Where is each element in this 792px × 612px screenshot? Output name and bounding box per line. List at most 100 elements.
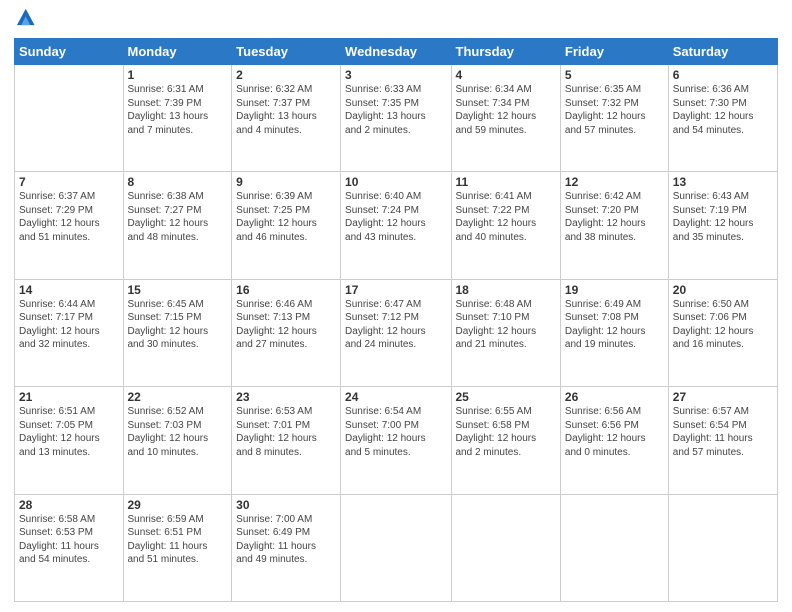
day-header-wednesday: Wednesday	[341, 39, 451, 65]
day-number: 16	[236, 283, 336, 297]
day-info: Sunrise: 7:00 AMSunset: 6:49 PMDaylight:…	[236, 513, 336, 567]
calendar-cell: 16Sunrise: 6:46 AMSunset: 7:13 PMDayligh…	[232, 279, 341, 386]
day-info: Sunrise: 6:37 AMSunset: 7:29 PMDaylight:…	[19, 190, 119, 244]
week-row-4: 28Sunrise: 6:58 AMSunset: 6:53 PMDayligh…	[15, 494, 778, 601]
day-info: Sunrise: 6:52 AMSunset: 7:03 PMDaylight:…	[128, 405, 228, 459]
day-header-monday: Monday	[123, 39, 232, 65]
day-number: 30	[236, 498, 336, 512]
day-number: 17	[345, 283, 446, 297]
day-info: Sunrise: 6:31 AMSunset: 7:39 PMDaylight:…	[128, 83, 228, 137]
day-info: Sunrise: 6:36 AMSunset: 7:30 PMDaylight:…	[673, 83, 773, 137]
calendar-header-row: SundayMondayTuesdayWednesdayThursdayFrid…	[15, 39, 778, 65]
day-info: Sunrise: 6:44 AMSunset: 7:17 PMDaylight:…	[19, 298, 119, 352]
calendar-cell: 2Sunrise: 6:32 AMSunset: 7:37 PMDaylight…	[232, 65, 341, 172]
calendar-cell: 22Sunrise: 6:52 AMSunset: 7:03 PMDayligh…	[123, 387, 232, 494]
day-number: 8	[128, 175, 228, 189]
day-number: 20	[673, 283, 773, 297]
day-number: 23	[236, 390, 336, 404]
day-number: 7	[19, 175, 119, 189]
calendar-cell	[668, 494, 777, 601]
day-header-thursday: Thursday	[451, 39, 560, 65]
day-info: Sunrise: 6:39 AMSunset: 7:25 PMDaylight:…	[236, 190, 336, 244]
day-number: 15	[128, 283, 228, 297]
logo-icon	[14, 6, 36, 28]
day-info: Sunrise: 6:33 AMSunset: 7:35 PMDaylight:…	[345, 83, 446, 137]
calendar-cell: 23Sunrise: 6:53 AMSunset: 7:01 PMDayligh…	[232, 387, 341, 494]
week-row-1: 7Sunrise: 6:37 AMSunset: 7:29 PMDaylight…	[15, 172, 778, 279]
calendar-cell: 20Sunrise: 6:50 AMSunset: 7:06 PMDayligh…	[668, 279, 777, 386]
header	[14, 10, 778, 32]
day-number: 4	[456, 68, 556, 82]
day-info: Sunrise: 6:50 AMSunset: 7:06 PMDaylight:…	[673, 298, 773, 352]
day-number: 3	[345, 68, 446, 82]
calendar-table: SundayMondayTuesdayWednesdayThursdayFrid…	[14, 38, 778, 602]
calendar-cell: 25Sunrise: 6:55 AMSunset: 6:58 PMDayligh…	[451, 387, 560, 494]
day-number: 1	[128, 68, 228, 82]
calendar-cell: 4Sunrise: 6:34 AMSunset: 7:34 PMDaylight…	[451, 65, 560, 172]
calendar-cell: 13Sunrise: 6:43 AMSunset: 7:19 PMDayligh…	[668, 172, 777, 279]
day-info: Sunrise: 6:35 AMSunset: 7:32 PMDaylight:…	[565, 83, 664, 137]
calendar-cell: 3Sunrise: 6:33 AMSunset: 7:35 PMDaylight…	[341, 65, 451, 172]
calendar-cell: 29Sunrise: 6:59 AMSunset: 6:51 PMDayligh…	[123, 494, 232, 601]
day-number: 5	[565, 68, 664, 82]
day-header-tuesday: Tuesday	[232, 39, 341, 65]
day-info: Sunrise: 6:49 AMSunset: 7:08 PMDaylight:…	[565, 298, 664, 352]
day-header-friday: Friday	[560, 39, 668, 65]
day-info: Sunrise: 6:59 AMSunset: 6:51 PMDaylight:…	[128, 513, 228, 567]
calendar-cell	[560, 494, 668, 601]
day-number: 29	[128, 498, 228, 512]
day-info: Sunrise: 6:57 AMSunset: 6:54 PMDaylight:…	[673, 405, 773, 459]
day-header-sunday: Sunday	[15, 39, 124, 65]
calendar-cell: 19Sunrise: 6:49 AMSunset: 7:08 PMDayligh…	[560, 279, 668, 386]
calendar-cell	[15, 65, 124, 172]
day-info: Sunrise: 6:46 AMSunset: 7:13 PMDaylight:…	[236, 298, 336, 352]
day-info: Sunrise: 6:51 AMSunset: 7:05 PMDaylight:…	[19, 405, 119, 459]
calendar-cell: 14Sunrise: 6:44 AMSunset: 7:17 PMDayligh…	[15, 279, 124, 386]
calendar-cell: 28Sunrise: 6:58 AMSunset: 6:53 PMDayligh…	[15, 494, 124, 601]
calendar-cell: 8Sunrise: 6:38 AMSunset: 7:27 PMDaylight…	[123, 172, 232, 279]
day-info: Sunrise: 6:34 AMSunset: 7:34 PMDaylight:…	[456, 83, 556, 137]
calendar-cell: 10Sunrise: 6:40 AMSunset: 7:24 PMDayligh…	[341, 172, 451, 279]
calendar-cell: 5Sunrise: 6:35 AMSunset: 7:32 PMDaylight…	[560, 65, 668, 172]
calendar-cell: 12Sunrise: 6:42 AMSunset: 7:20 PMDayligh…	[560, 172, 668, 279]
day-info: Sunrise: 6:38 AMSunset: 7:27 PMDaylight:…	[128, 190, 228, 244]
day-number: 2	[236, 68, 336, 82]
calendar-cell: 6Sunrise: 6:36 AMSunset: 7:30 PMDaylight…	[668, 65, 777, 172]
day-info: Sunrise: 6:32 AMSunset: 7:37 PMDaylight:…	[236, 83, 336, 137]
day-number: 21	[19, 390, 119, 404]
calendar-cell: 26Sunrise: 6:56 AMSunset: 6:56 PMDayligh…	[560, 387, 668, 494]
day-number: 25	[456, 390, 556, 404]
calendar-cell: 24Sunrise: 6:54 AMSunset: 7:00 PMDayligh…	[341, 387, 451, 494]
week-row-2: 14Sunrise: 6:44 AMSunset: 7:17 PMDayligh…	[15, 279, 778, 386]
calendar-cell: 17Sunrise: 6:47 AMSunset: 7:12 PMDayligh…	[341, 279, 451, 386]
day-number: 28	[19, 498, 119, 512]
day-number: 12	[565, 175, 664, 189]
day-info: Sunrise: 6:48 AMSunset: 7:10 PMDaylight:…	[456, 298, 556, 352]
day-info: Sunrise: 6:40 AMSunset: 7:24 PMDaylight:…	[345, 190, 446, 244]
calendar-cell: 18Sunrise: 6:48 AMSunset: 7:10 PMDayligh…	[451, 279, 560, 386]
day-number: 24	[345, 390, 446, 404]
week-row-3: 21Sunrise: 6:51 AMSunset: 7:05 PMDayligh…	[15, 387, 778, 494]
calendar-cell: 11Sunrise: 6:41 AMSunset: 7:22 PMDayligh…	[451, 172, 560, 279]
day-info: Sunrise: 6:43 AMSunset: 7:19 PMDaylight:…	[673, 190, 773, 244]
week-row-0: 1Sunrise: 6:31 AMSunset: 7:39 PMDaylight…	[15, 65, 778, 172]
day-number: 13	[673, 175, 773, 189]
calendar-cell: 30Sunrise: 7:00 AMSunset: 6:49 PMDayligh…	[232, 494, 341, 601]
day-number: 18	[456, 283, 556, 297]
day-info: Sunrise: 6:47 AMSunset: 7:12 PMDaylight:…	[345, 298, 446, 352]
calendar-cell	[451, 494, 560, 601]
calendar-cell: 7Sunrise: 6:37 AMSunset: 7:29 PMDaylight…	[15, 172, 124, 279]
day-number: 14	[19, 283, 119, 297]
day-info: Sunrise: 6:58 AMSunset: 6:53 PMDaylight:…	[19, 513, 119, 567]
calendar-cell: 1Sunrise: 6:31 AMSunset: 7:39 PMDaylight…	[123, 65, 232, 172]
day-header-saturday: Saturday	[668, 39, 777, 65]
calendar-cell: 15Sunrise: 6:45 AMSunset: 7:15 PMDayligh…	[123, 279, 232, 386]
day-number: 10	[345, 175, 446, 189]
day-number: 27	[673, 390, 773, 404]
day-number: 11	[456, 175, 556, 189]
day-number: 19	[565, 283, 664, 297]
day-number: 26	[565, 390, 664, 404]
calendar-cell	[341, 494, 451, 601]
day-number: 9	[236, 175, 336, 189]
day-info: Sunrise: 6:56 AMSunset: 6:56 PMDaylight:…	[565, 405, 664, 459]
